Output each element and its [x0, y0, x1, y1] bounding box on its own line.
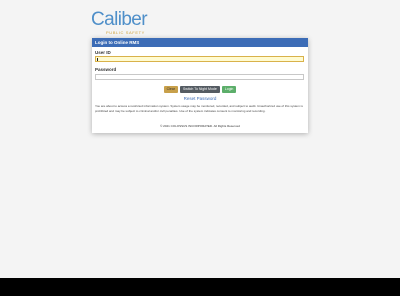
reset-password-link[interactable]: Reset Password	[92, 96, 308, 101]
logo-tagline: PUBLIC SAFETY	[106, 30, 145, 35]
user-id-input[interactable]	[95, 56, 304, 62]
password-label: Password	[95, 67, 117, 72]
login-panel: Login to Online RMS User ID Password Cle…	[92, 38, 308, 133]
login-panel-header: Login to Online RMS	[92, 38, 308, 47]
footer-bar	[0, 278, 400, 296]
legal-notice: You are about to access a restricted inf…	[95, 104, 303, 113]
night-mode-button[interactable]: Switch To Night Mode	[180, 86, 220, 93]
logo-wordmark: Caliber	[91, 9, 148, 30]
button-row: Clear Switch To Night Mode Login	[92, 86, 308, 94]
login-button[interactable]: Login	[221, 86, 237, 93]
user-id-label: User ID	[95, 50, 111, 55]
text-caret	[97, 58, 98, 61]
caliber-logo: Caliber PUBLIC SAFETY	[91, 10, 148, 36]
clear-button[interactable]: Clear	[163, 86, 178, 93]
password-input[interactable]	[95, 74, 304, 80]
copyright-text: © 2021 COLOSSUS INCORPORATED. All Rights…	[160, 124, 240, 128]
